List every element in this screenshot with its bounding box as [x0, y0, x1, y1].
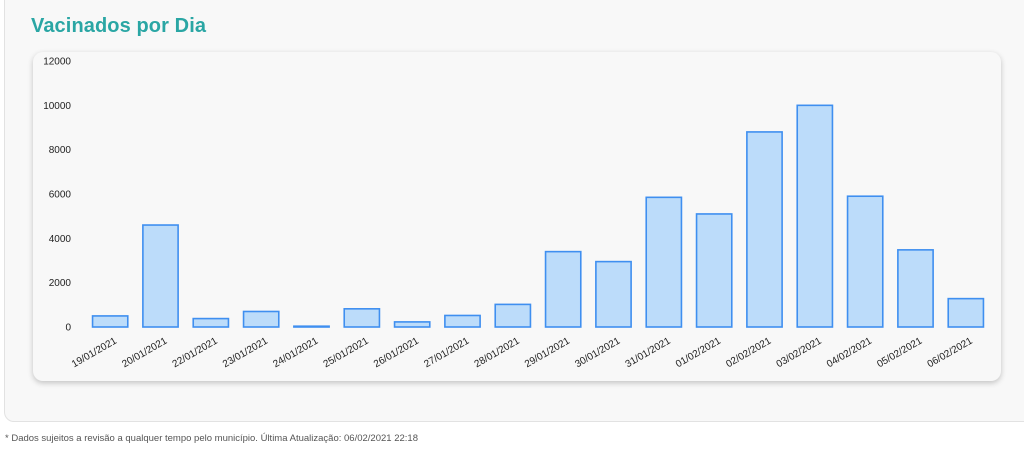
x-tick-label: 20/01/2021 — [120, 335, 169, 370]
bar[interactable] — [846, 195, 884, 328]
x-tick-label: 26/01/2021 — [372, 335, 421, 370]
x-tick-label: 19/01/2021 — [70, 335, 119, 370]
x-tick-label: 05/02/2021 — [875, 335, 924, 370]
bar[interactable] — [595, 260, 632, 328]
bar-chart: 0 2000 4000 6000 8000 10000 12000 19/01/2021 20… — [43, 57, 985, 370]
x-tick-label: 03/02/2021 — [775, 335, 824, 370]
x-tick-label: 02/02/2021 — [724, 335, 773, 370]
bar[interactable] — [746, 131, 783, 328]
bar[interactable] — [796, 104, 834, 328]
x-tick-label: 31/01/2021 — [624, 335, 673, 370]
page-title: Vacinados por Dia — [31, 15, 207, 37]
bar[interactable] — [695, 213, 733, 328]
bar[interactable] — [393, 321, 431, 328]
x-tick-label: 24/01/2021 — [271, 335, 320, 370]
bar[interactable] — [645, 196, 683, 328]
x-tick-label: 27/01/2021 — [422, 335, 471, 370]
bar[interactable] — [142, 224, 179, 328]
y-tick-label: 4000 — [49, 234, 72, 245]
x-tick-label: 23/01/2021 — [221, 335, 270, 370]
bar[interactable] — [544, 250, 582, 328]
y-tick-label: 2000 — [49, 278, 72, 289]
chart-card: 0 2000 4000 6000 8000 10000 12000 19/01/2021 20… — [33, 52, 1001, 381]
x-tick-label: 30/01/2021 — [573, 335, 622, 370]
y-tick-label: 6000 — [49, 190, 72, 201]
footnote: * Dados sujeitos a revisão a qualquer te… — [5, 433, 418, 444]
bars — [91, 104, 985, 328]
bar[interactable] — [242, 310, 280, 328]
bar[interactable] — [897, 249, 934, 328]
bar[interactable] — [444, 314, 481, 328]
x-tick-label: 04/02/2021 — [825, 335, 874, 370]
y-tick-label: 0 — [65, 323, 71, 334]
x-tick-label: 29/01/2021 — [523, 335, 572, 370]
x-tick-label: 25/01/2021 — [322, 335, 371, 370]
bar[interactable] — [343, 308, 381, 328]
y-axis: 0 2000 4000 6000 8000 10000 12000 — [43, 57, 71, 334]
x-tick-label: 01/02/2021 — [674, 335, 723, 370]
y-tick-label: 12000 — [43, 57, 71, 68]
bar[interactable] — [192, 317, 230, 328]
bar[interactable] — [494, 303, 532, 328]
x-tick-label: 22/01/2021 — [171, 335, 220, 370]
x-axis: 19/01/2021 20/01/2021 22/01/2021 23/01/2021… — [70, 335, 975, 370]
y-tick-label: 8000 — [49, 145, 72, 156]
bar[interactable] — [91, 315, 129, 328]
bar[interactable] — [947, 297, 985, 328]
x-tick-label: 06/02/2021 — [926, 335, 975, 370]
y-tick-label: 10000 — [43, 101, 71, 112]
bar[interactable] — [293, 325, 330, 328]
x-tick-label: 28/01/2021 — [473, 335, 522, 370]
